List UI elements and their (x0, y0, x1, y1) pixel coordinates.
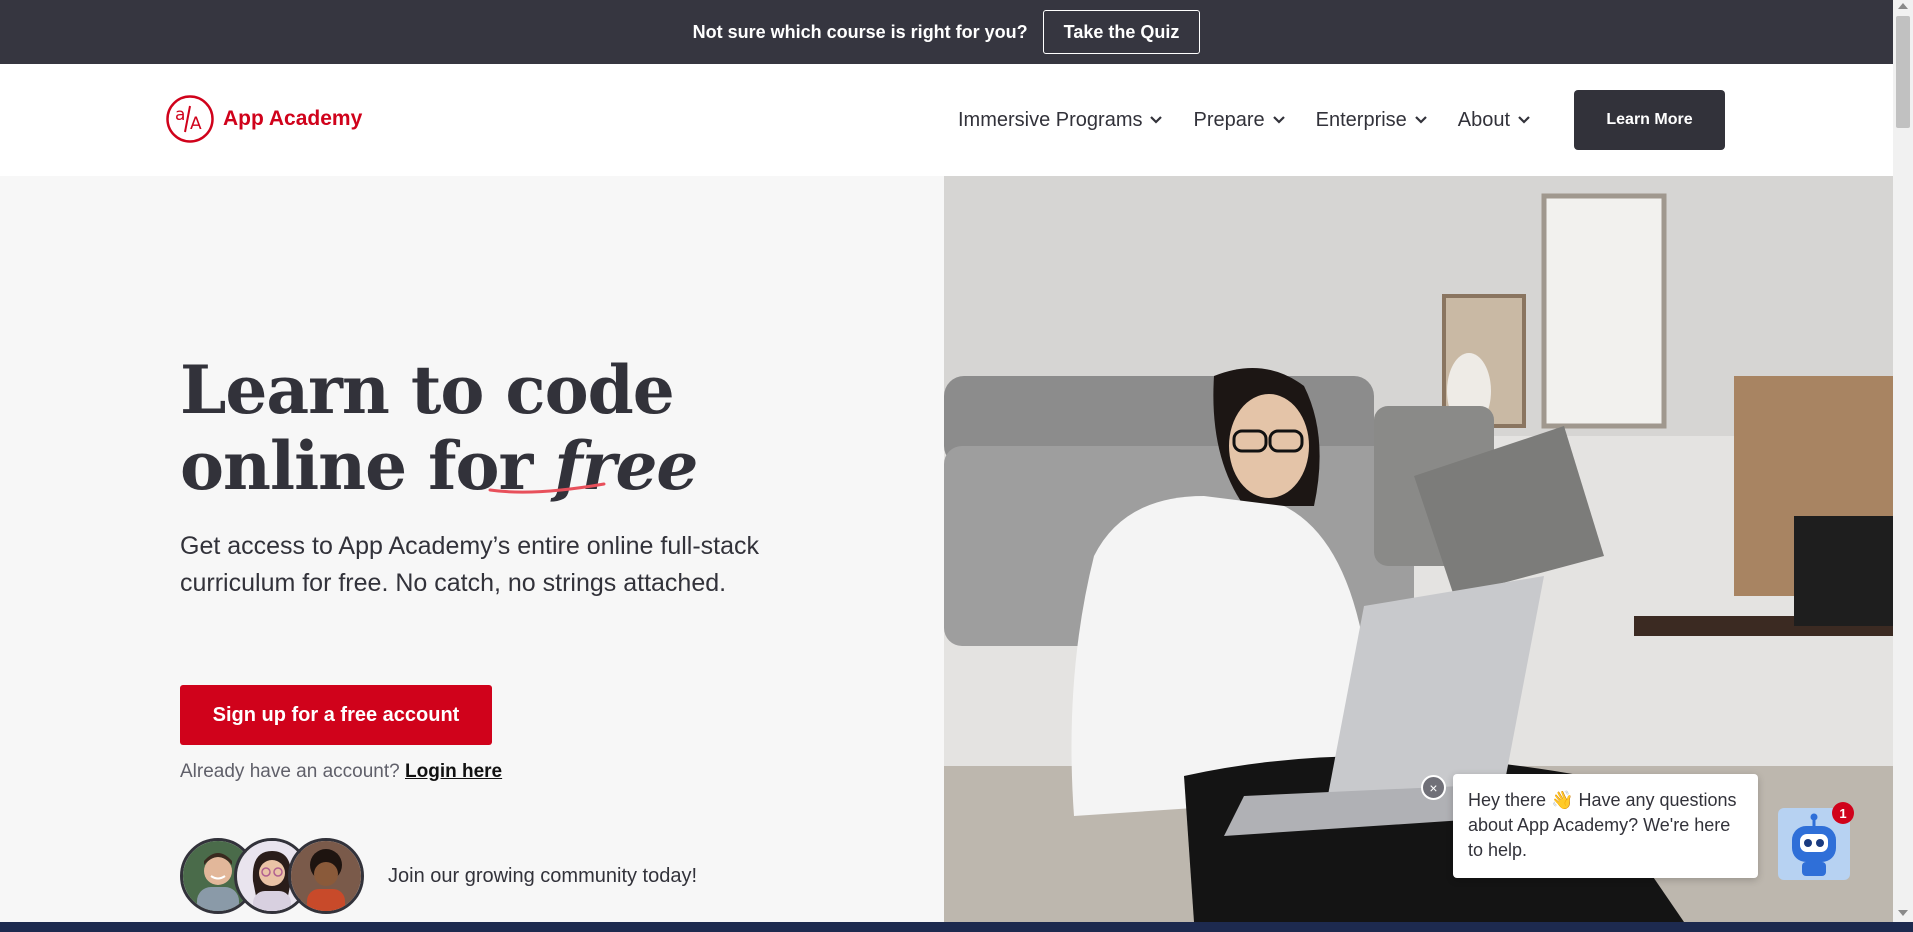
login-prompt: Already have an account? Login here (180, 761, 502, 783)
chevron-down-icon (1272, 116, 1285, 124)
community-text: Join our growing community today! (388, 865, 698, 887)
red-underline-decoration (488, 482, 606, 494)
chevron-down-icon (1150, 116, 1163, 124)
app-academy-logo-icon: a A (166, 95, 214, 143)
avatar (288, 838, 364, 914)
nav-immersive-programs[interactable]: Immersive Programs (958, 109, 1163, 132)
take-quiz-button[interactable]: Take the Quiz (1042, 10, 1201, 54)
nav-about[interactable]: About (1458, 109, 1531, 132)
hero-title: Learn to code online for free (180, 351, 698, 504)
page-scrollbar[interactable] (1893, 0, 1913, 922)
svg-text:A: A (190, 114, 202, 134)
scroll-up-icon[interactable] (1898, 3, 1908, 9)
hero-description: Get access to App Academy’s entire onlin… (180, 532, 760, 597)
svg-text:a: a (175, 105, 185, 125)
chat-bubble[interactable]: Hey there 👋 Have any questions about App… (1453, 774, 1758, 878)
logo-text: App Academy (223, 107, 363, 130)
main-nav: Immersive Programs Prepare Enterprise Ab… (958, 64, 1561, 176)
learn-more-button[interactable]: Learn More (1574, 90, 1725, 150)
site-header: a A App Academy Immersive Programs Prepa… (0, 64, 1893, 176)
signup-button[interactable]: Sign up for a free account (180, 685, 492, 745)
scroll-down-icon[interactable] (1898, 910, 1908, 916)
notification-badge: 1 (1832, 802, 1854, 824)
nav-enterprise[interactable]: Enterprise (1316, 109, 1428, 132)
login-prompt-text: Already have an account? (180, 761, 400, 782)
top-banner: Not sure which course is right for you? … (0, 0, 1893, 64)
chevron-down-icon (1518, 116, 1530, 124)
community-avatars (180, 838, 364, 914)
nav-label: Immersive Programs (958, 108, 1143, 131)
nav-prepare[interactable]: Prepare (1193, 109, 1285, 132)
nav-label: About (1457, 108, 1511, 131)
nav-label: Prepare (1193, 108, 1265, 131)
login-link[interactable]: Login here (405, 761, 502, 782)
banner-text: Not sure which course is right for you? (692, 21, 1028, 42)
chevron-down-icon (1415, 116, 1427, 124)
chat-close-icon[interactable]: × (1421, 775, 1446, 800)
os-taskbar (0, 922, 1913, 932)
nav-label: Enterprise (1315, 108, 1407, 131)
logo[interactable]: a A App Academy (165, 94, 362, 144)
scroll-thumb[interactable] (1896, 16, 1910, 128)
hero-title-line1: Learn to code (180, 351, 675, 429)
